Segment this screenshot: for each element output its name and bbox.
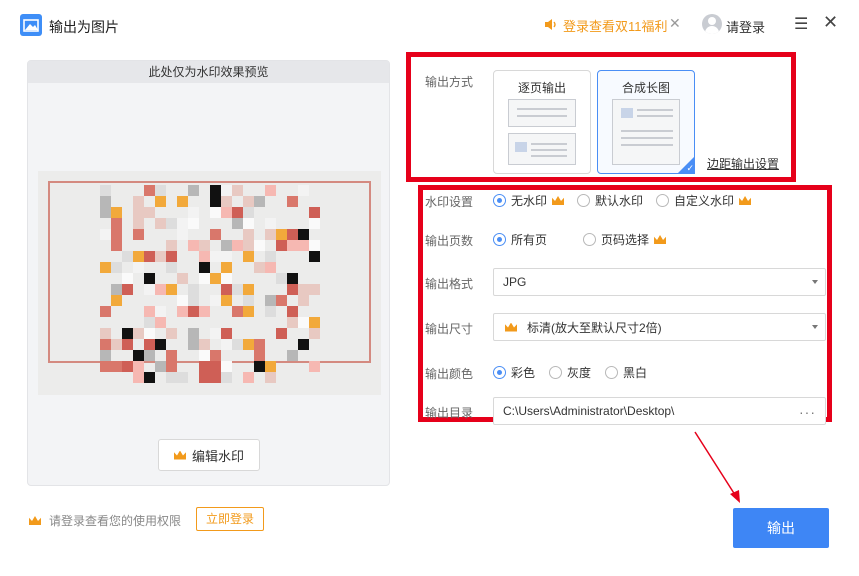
crown-icon (654, 235, 667, 244)
mode-option-long-image[interactable]: 合成长图 ✓ (597, 70, 695, 174)
speaker-icon (544, 18, 558, 34)
mode-option-per-page[interactable]: 逐页输出 (493, 70, 591, 174)
size-value: 标清(放大至默认尺寸2倍) (527, 320, 662, 335)
directory-label: 输出目录 (425, 406, 474, 420)
crown-icon (739, 196, 752, 205)
radio-dot (577, 194, 591, 207)
pages-label: 输出页数 (425, 234, 474, 248)
format-value: JPG (503, 275, 527, 289)
radio-label: 彩色 (511, 366, 536, 380)
page-thumb (508, 133, 576, 165)
size-label: 输出尺寸 (425, 322, 474, 336)
directory-value: C:\Users\Administrator\Desktop\ (503, 404, 675, 418)
chevron-down-icon (812, 325, 818, 329)
login-link[interactable]: 请登录 (726, 17, 765, 36)
radio-label: 自定义水印 (674, 194, 735, 208)
color-label: 输出颜色 (425, 367, 474, 381)
radio-dot (656, 194, 670, 207)
promo-text: 登录查看双11福利 (563, 19, 668, 34)
color-options: 彩色 灰度 黑白 (493, 364, 647, 381)
mode-label: 输出方式 (425, 75, 474, 89)
title-bar: 输出为图片 登录查看双11福利 ✕ 请登录 ☰ ✕ (0, 0, 859, 50)
image-icon (20, 14, 42, 36)
user-icon[interactable] (702, 14, 722, 34)
radio-page-select[interactable]: 页码选择 (583, 231, 667, 248)
radio-color[interactable]: 彩色 (493, 364, 535, 381)
edit-watermark-button[interactable]: 编辑水印 (158, 439, 260, 471)
promo-close-icon[interactable]: ✕ (669, 15, 681, 32)
radio-label: 默认水印 (595, 194, 644, 208)
radio-label: 无水印 (511, 194, 548, 208)
window-title: 输出为图片 (49, 19, 119, 35)
close-icon[interactable]: ✕ (823, 12, 838, 33)
radio-black-white[interactable]: 黑白 (605, 364, 647, 381)
size-select[interactable]: 标清(放大至默认尺寸2倍) (493, 313, 826, 341)
pixelated-content (100, 185, 320, 385)
radio-dot (493, 194, 506, 207)
crown-icon (29, 516, 41, 525)
radio-all-pages[interactable]: 所有页 (493, 231, 547, 248)
crown-icon (505, 322, 517, 332)
directory-input[interactable]: C:\Users\Administrator\Desktop\ ··· (493, 397, 826, 425)
pages-options: 所有页 页码选择 (493, 231, 667, 248)
radio-dot (583, 233, 597, 246)
page-thumb (508, 99, 576, 127)
permission-hint: 请登录查看您的使用权限 (29, 512, 181, 529)
promo-link[interactable]: 登录查看双11福利 (544, 16, 668, 35)
crown-icon (173, 450, 186, 460)
edit-watermark-label: 编辑水印 (191, 448, 244, 464)
margin-settings-link[interactable]: 边距输出设置 (707, 155, 779, 172)
radio-dot (549, 366, 563, 379)
mode-option-label: 合成长图 (621, 81, 670, 95)
radio-dot (493, 366, 506, 379)
radio-dot (605, 366, 619, 379)
radio-label: 灰度 (567, 366, 592, 380)
format-select[interactable]: JPG (493, 268, 826, 296)
radio-grayscale[interactable]: 灰度 (549, 364, 591, 381)
crown-icon (552, 196, 565, 205)
radio-no-watermark[interactable]: 无水印 (493, 192, 565, 209)
login-now-button[interactable]: 立即登录 (196, 507, 264, 531)
radio-label: 所有页 (511, 233, 548, 247)
watermark-label: 水印设置 (425, 195, 474, 209)
radio-dot (493, 233, 506, 246)
mode-option-label: 逐页输出 (517, 81, 566, 95)
menu-icon[interactable]: ☰ (794, 14, 808, 34)
watermark-options: 无水印 默认水印 自定义水印 (493, 192, 752, 209)
long-image-thumb (612, 99, 680, 165)
preview-header: 此处仅为水印效果预览 (28, 61, 389, 83)
hint-text: 请登录查看您的使用权限 (49, 514, 182, 528)
preview-image (38, 171, 381, 395)
format-label: 输出格式 (425, 277, 474, 291)
radio-default-watermark[interactable]: 默认水印 (577, 192, 643, 209)
output-button[interactable]: 输出 (733, 508, 829, 548)
radio-label: 黑白 (623, 366, 648, 380)
watermark-preview-panel: 此处仅为水印效果预览 编辑水印 (27, 60, 390, 486)
annotation-arrow (694, 431, 740, 503)
annotation-box-settings (418, 185, 832, 422)
chevron-down-icon (812, 280, 818, 284)
radio-label: 页码选择 (601, 233, 650, 247)
radio-custom-watermark[interactable]: 自定义水印 (656, 192, 752, 209)
browse-more-icon[interactable]: ··· (799, 404, 816, 420)
